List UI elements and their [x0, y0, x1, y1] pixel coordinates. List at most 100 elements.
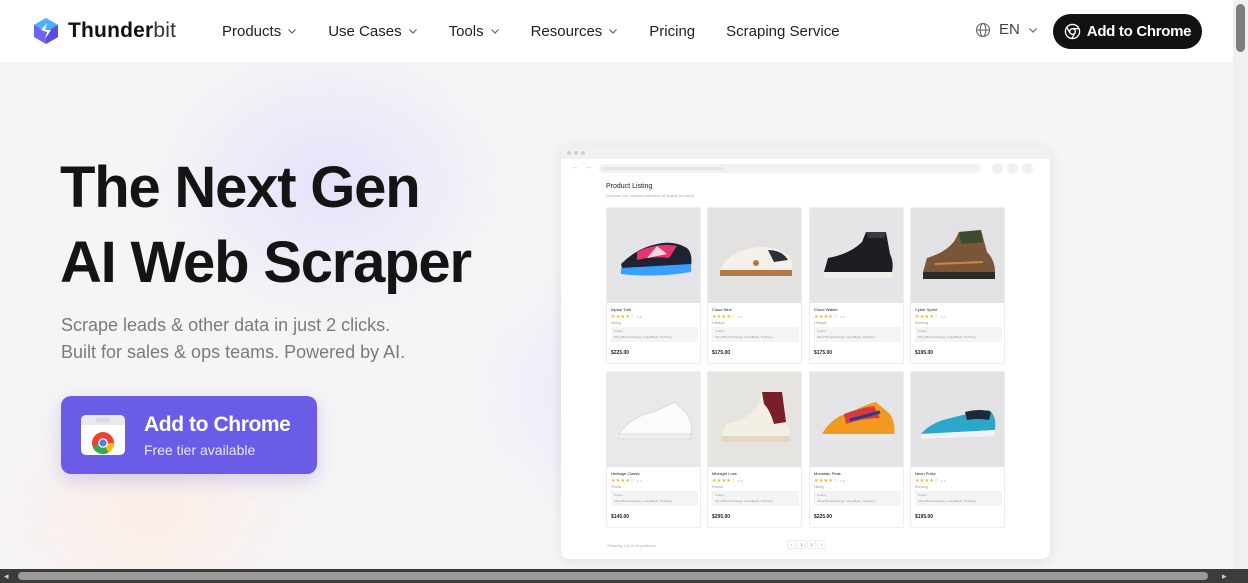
- product-category: Running: [915, 485, 929, 489]
- window-dot: [567, 151, 571, 155]
- star-rating: ★★★★☆ 4.8: [611, 314, 642, 320]
- product-price: $195.00: [915, 350, 934, 356]
- product-price: $225.00: [611, 350, 630, 356]
- horizontal-scrollbar[interactable]: ◂ ▸: [0, 569, 1248, 583]
- main-menu: Products Use Cases Tools Resources Prici…: [222, 0, 871, 62]
- product-image: [810, 372, 903, 467]
- product-name: Mountain Peak: [814, 471, 841, 476]
- product-price: $195.00: [915, 514, 934, 520]
- variants-label: Colors: [918, 329, 927, 333]
- chevron-down-icon: [288, 29, 297, 34]
- language-selector[interactable]: EN: [975, 21, 1038, 38]
- chrome-icon: [1064, 23, 1081, 40]
- product-category: Tennis: [611, 485, 622, 489]
- mock-page-title: Product Listing: [606, 183, 653, 190]
- variants-list: Silver/Brown/Orange, Gray/Black, Tan/Nav…: [715, 335, 774, 339]
- product-price: $225.00: [814, 514, 833, 520]
- menu-use-cases[interactable]: Use Cases: [328, 23, 417, 40]
- product-image: [708, 372, 801, 467]
- star-rating: ★★★★☆ 4.7: [915, 314, 946, 320]
- globe-icon: [975, 22, 991, 37]
- menu-resources[interactable]: Resources: [531, 23, 619, 40]
- mock-url-row: ← →: [561, 163, 1050, 175]
- rating-value: 4.7: [940, 315, 946, 319]
- product-name: Midnight Luxe: [712, 471, 737, 476]
- menu-scraping-service[interactable]: Scraping Service: [726, 23, 839, 40]
- product-variants: Colors Silver/Brown/Orange, Gray/Black, …: [814, 491, 901, 506]
- brand[interactable]: Thunderbit: [32, 17, 176, 45]
- chevron-down-icon: [609, 29, 618, 34]
- chevron-down-icon: [1028, 27, 1037, 33]
- product-image: [810, 208, 903, 303]
- thunderbit-logo-icon: [34, 18, 58, 44]
- language-label: EN: [999, 21, 1020, 38]
- product-price: $145.00: [611, 514, 630, 520]
- product-variants: Colors Silver/Brown/Orange, Gray/Black, …: [712, 491, 799, 506]
- product-image: [911, 208, 1004, 303]
- variants-label: Colors: [918, 493, 927, 497]
- product-name: Cloud Nine: [712, 307, 732, 312]
- chevron-down-icon: [408, 29, 417, 34]
- scroll-right-arrow-icon[interactable]: ▸: [1222, 571, 1227, 582]
- variants-label: Colors: [817, 329, 826, 333]
- hero-title-line: AI Web Scraper: [60, 230, 472, 295]
- vertical-scrollbar[interactable]: [1233, 0, 1248, 569]
- product-category: Hiking: [611, 321, 621, 325]
- product-image: [708, 208, 801, 303]
- product-category: Formal: [712, 485, 723, 489]
- variants-list: Silver/Brown/Orange, Gray/Black, Tan/Nav…: [817, 499, 876, 503]
- menu-label: Use Cases: [328, 22, 402, 40]
- product-variants: Colors Silver/Brown/Orange, Gray/Black, …: [611, 491, 698, 506]
- chevron-down-icon: [490, 29, 499, 34]
- variants-label: Colors: [614, 329, 623, 333]
- star-rating: ★★★★☆ 4.4: [611, 478, 642, 484]
- product-price: $295.00: [712, 514, 731, 520]
- variants-label: Colors: [715, 493, 724, 497]
- product-card: Alpine Trek ★★★★☆ 4.8 Hiking Colors Silve…: [606, 207, 701, 364]
- menu-pricing[interactable]: Pricing: [649, 23, 695, 40]
- menu-label: Pricing: [649, 22, 696, 40]
- rating-value: 4.8: [636, 315, 642, 319]
- variants-list: Silver/Brown/Orange, Gray/Black, Tan/Nav…: [918, 499, 977, 503]
- vertical-scroll-thumb[interactable]: [1236, 4, 1245, 52]
- mock-page-prev: ‹: [787, 540, 796, 549]
- mock-window-bar: [561, 147, 1050, 159]
- product-category: Hiking: [814, 485, 824, 489]
- variants-label: Colors: [614, 493, 623, 497]
- scroll-left-arrow-icon[interactable]: ◂: [4, 571, 9, 582]
- product-variants: Colors Silver/Brown/Orange, Gray/Black, …: [915, 327, 1002, 342]
- rating-value: 4.9: [737, 479, 743, 483]
- hero-add-to-chrome-button[interactable]: Add to Chrome Free tier available: [61, 396, 317, 474]
- window-dot: [574, 151, 578, 155]
- variants-list: Silver/Brown/Orange, Gray/Black, Tan/Nav…: [918, 335, 977, 339]
- nav-add-to-chrome-button[interactable]: Add to Chrome: [1053, 14, 1202, 49]
- product-variants: Colors Silver/Brown/Orange, Gray/Black, …: [814, 327, 901, 342]
- product-image: [911, 372, 1004, 467]
- rating-value: 4.8: [839, 479, 845, 483]
- mock-page-number: 1: [797, 540, 806, 549]
- product-image: [607, 372, 700, 467]
- horizontal-scroll-thumb[interactable]: [18, 572, 1208, 580]
- menu-label: Products: [222, 22, 282, 40]
- variants-list: Silver/Brown/Orange, Gray/Black, Tan/Nav…: [614, 499, 673, 503]
- star-rating: ★★★★☆ 4.8: [814, 478, 845, 484]
- scrollbar-corner: [1233, 569, 1248, 583]
- mock-page-description: Discover our curated collection of quali…: [606, 193, 695, 198]
- product-price: $175.00: [814, 350, 833, 356]
- menu-label: Scraping Service: [726, 22, 840, 40]
- product-name: Neon Pulse: [915, 471, 936, 476]
- product-card: Neon Pulse ★★★★☆ 4.6 Running Colors Silve…: [910, 371, 1005, 528]
- mock-address-bar: [599, 164, 981, 173]
- menu-products[interactable]: Products: [222, 23, 297, 40]
- product-name: Cloud Walker: [814, 307, 838, 312]
- product-card: Heritage Classic ★★★★☆ 4.4 Tennis Colors …: [606, 371, 701, 528]
- product-variants: Colors Silver/Brown/Orange, Gray/Black, …: [611, 327, 698, 342]
- product-name: Heritage Classic: [611, 471, 641, 476]
- product-card: Cloud Walker ★★★★☆ 4.5 Lifestyle Colors S…: [809, 207, 904, 364]
- rating-value: 4.4: [636, 479, 642, 483]
- menu-tools[interactable]: Tools: [449, 23, 500, 40]
- hero-title: The Next Gen AI Web Scraper: [60, 150, 530, 300]
- rating-value: 4.6: [737, 315, 743, 319]
- menu-label: Resources: [530, 22, 603, 40]
- hero-cta-sublabel: Free tier available: [144, 441, 256, 458]
